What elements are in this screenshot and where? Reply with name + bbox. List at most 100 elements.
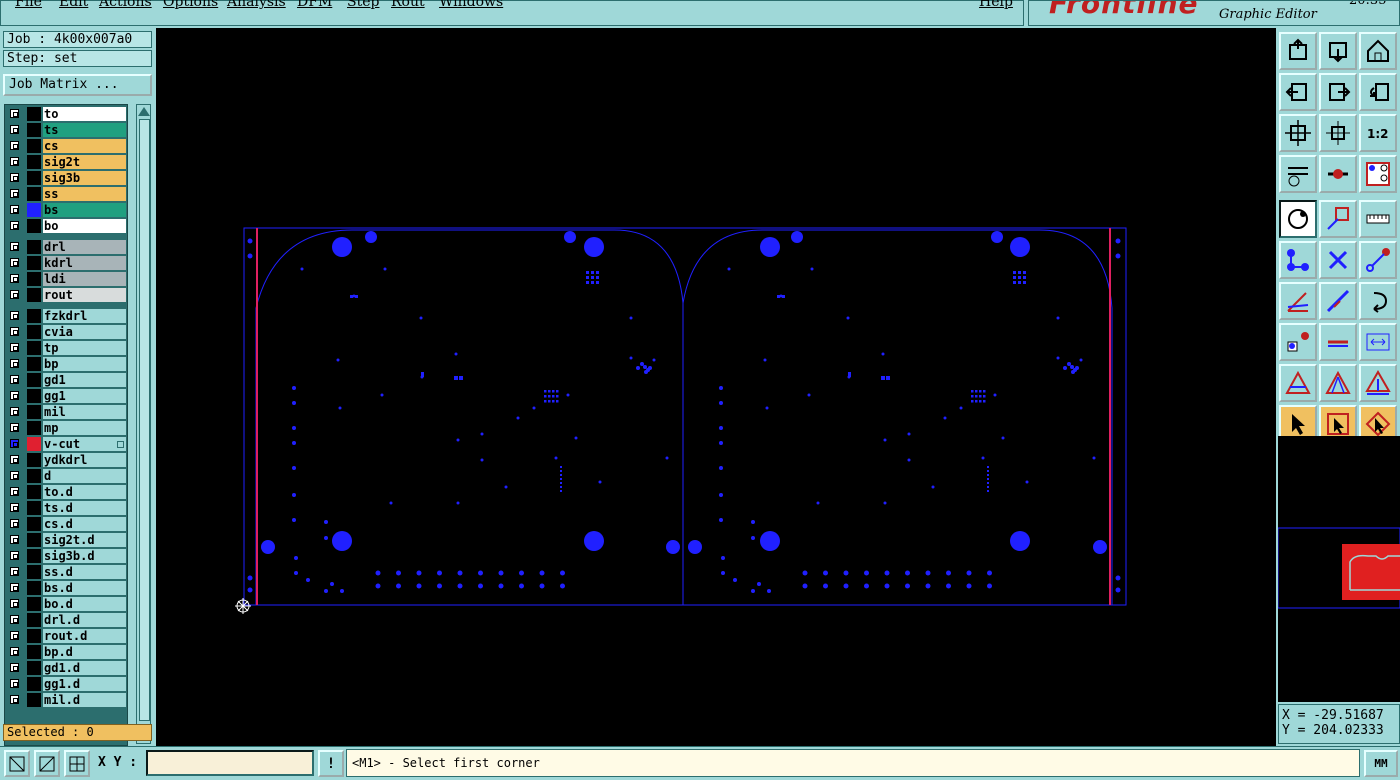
layer-row-ydkdrl[interactable]: ydkdrl	[7, 453, 127, 468]
layer-row-tp[interactable]: tp	[7, 341, 127, 356]
layer-name[interactable]: sig2t.d	[43, 533, 126, 547]
scroll-thumb[interactable]	[139, 119, 150, 721]
pan-left-button[interactable]	[1279, 73, 1317, 111]
layer-color-swatch[interactable]	[27, 325, 41, 339]
layer-row-ts.d[interactable]: ts.d	[7, 501, 127, 516]
layer-checkbox[interactable]	[10, 290, 19, 299]
layer-view-button[interactable]	[1359, 155, 1397, 193]
layer-checkbox[interactable]	[10, 359, 19, 368]
ruler-button[interactable]	[1359, 200, 1397, 238]
layer-name[interactable]: drl.d	[43, 613, 126, 627]
layer-name[interactable]: cvia	[43, 325, 126, 339]
layer-name[interactable]: cs.d	[43, 517, 126, 531]
layer-name[interactable]: bo.d	[43, 597, 126, 611]
layer-color-swatch[interactable]	[27, 501, 41, 515]
layer-color-swatch[interactable]	[27, 645, 41, 659]
layer-color-swatch[interactable]	[27, 565, 41, 579]
layer-row-mil[interactable]: mil	[7, 405, 127, 420]
layer-name[interactable]: sig3b	[43, 171, 126, 185]
snap-button[interactable]	[1279, 323, 1317, 361]
layer-color-swatch[interactable]	[27, 485, 41, 499]
layer-name[interactable]: bp.d	[43, 645, 126, 659]
layer-checkbox[interactable]	[10, 535, 19, 544]
layer-color-swatch[interactable]	[27, 597, 41, 611]
layer-checkbox[interactable]	[10, 221, 19, 230]
layer-row-bo.d[interactable]: bo.d	[7, 597, 127, 612]
layer-name[interactable]: v-cut	[43, 437, 126, 451]
layer-checkbox[interactable]	[10, 391, 19, 400]
layer-row-rout[interactable]: rout	[7, 288, 127, 303]
layer-row-cs[interactable]: cs	[7, 139, 127, 154]
layer-checkbox[interactable]	[10, 141, 19, 150]
layer-checkbox[interactable]	[10, 487, 19, 496]
menu-file[interactable]: File	[15, 0, 42, 10]
layer-color-swatch[interactable]	[27, 123, 41, 137]
layer-name[interactable]: rout.d	[43, 629, 126, 643]
layer-checkbox[interactable]	[10, 189, 19, 198]
layer-color-swatch[interactable]	[27, 613, 41, 627]
layer-checkbox[interactable]	[10, 663, 19, 672]
layer-row-drl.d[interactable]: drl.d	[7, 613, 127, 628]
job-matrix-button[interactable]: Job Matrix ...	[3, 74, 152, 96]
layer-row-ss.d[interactable]: ss.d	[7, 565, 127, 580]
layer-checkbox[interactable]	[10, 375, 19, 384]
layer-name[interactable]: cs	[43, 139, 126, 153]
layer-color-swatch[interactable]	[27, 421, 41, 435]
grid-button[interactable]	[64, 750, 90, 777]
layer-checkbox[interactable]	[10, 695, 19, 704]
layer-color-swatch[interactable]	[27, 171, 41, 185]
layer-name[interactable]: bp	[43, 357, 126, 371]
menu-dfm[interactable]: DFM	[297, 0, 332, 10]
layer-name[interactable]: mp	[43, 421, 126, 435]
layer-color-swatch[interactable]	[27, 693, 41, 707]
layer-checkbox[interactable]	[10, 551, 19, 560]
layer-color-swatch[interactable]	[27, 219, 41, 233]
layer-color-swatch[interactable]	[27, 288, 41, 302]
layer-row-v-cut[interactable]: v-cut	[7, 437, 127, 452]
overview-map[interactable]	[1277, 436, 1400, 702]
layer-color-swatch[interactable]	[27, 581, 41, 595]
layer-color-swatch[interactable]	[27, 240, 41, 254]
layer-color-swatch[interactable]	[27, 373, 41, 387]
layer-color-swatch[interactable]	[27, 155, 41, 169]
layer-row-gg1[interactable]: gg1	[7, 389, 127, 404]
layer-checkbox[interactable]	[10, 679, 19, 688]
layer-checkbox[interactable]	[10, 327, 19, 336]
layer-color-swatch[interactable]	[27, 469, 41, 483]
layer-checkbox[interactable]	[10, 407, 19, 416]
layer-name[interactable]: drl	[43, 240, 126, 254]
layer-row-mp[interactable]: mp	[7, 421, 127, 436]
layer-name[interactable]: gg1.d	[43, 677, 126, 691]
layer-name[interactable]: mil	[43, 405, 126, 419]
layer-color-swatch[interactable]	[27, 405, 41, 419]
triangle-up-button[interactable]	[1319, 364, 1357, 402]
layer-row-sig3b[interactable]: sig3b	[7, 171, 127, 186]
layer-color-swatch[interactable]	[27, 272, 41, 286]
layer-name[interactable]: gg1	[43, 389, 126, 403]
layer-row-kdrl[interactable]: kdrl	[7, 256, 127, 271]
layer-row-d[interactable]: d	[7, 469, 127, 484]
layer-row-sig2t[interactable]: sig2t	[7, 155, 127, 170]
menu-rout[interactable]: Rout	[391, 0, 425, 10]
menu-options[interactable]: Options	[163, 0, 218, 10]
wrench-button[interactable]	[1279, 155, 1317, 193]
menu-step[interactable]: Step	[347, 0, 379, 10]
layer-name[interactable]: ldi	[43, 272, 126, 286]
menu-edit[interactable]: Edit	[59, 0, 88, 10]
layer-row-to.d[interactable]: to.d	[7, 485, 127, 500]
layer-scrollbar[interactable]	[136, 104, 151, 744]
zoom-home-button[interactable]	[1279, 32, 1317, 70]
layer-name[interactable]: gd1.d	[43, 661, 126, 675]
layer-color-swatch[interactable]	[27, 661, 41, 675]
layer-checkbox[interactable]	[10, 157, 19, 166]
layer-row-rout.d[interactable]: rout.d	[7, 629, 127, 644]
layer-checkbox[interactable]	[10, 567, 19, 576]
layer-row-to[interactable]: to	[7, 107, 127, 122]
layer-checkbox[interactable]	[10, 583, 19, 592]
zoom-back-button[interactable]	[1359, 73, 1397, 111]
layer-checkbox[interactable]	[10, 615, 19, 624]
layer-checkbox[interactable]	[10, 647, 19, 656]
layer-color-swatch[interactable]	[27, 549, 41, 563]
layer-row-bp[interactable]: bp	[7, 357, 127, 372]
layer-color-swatch[interactable]	[27, 139, 41, 153]
